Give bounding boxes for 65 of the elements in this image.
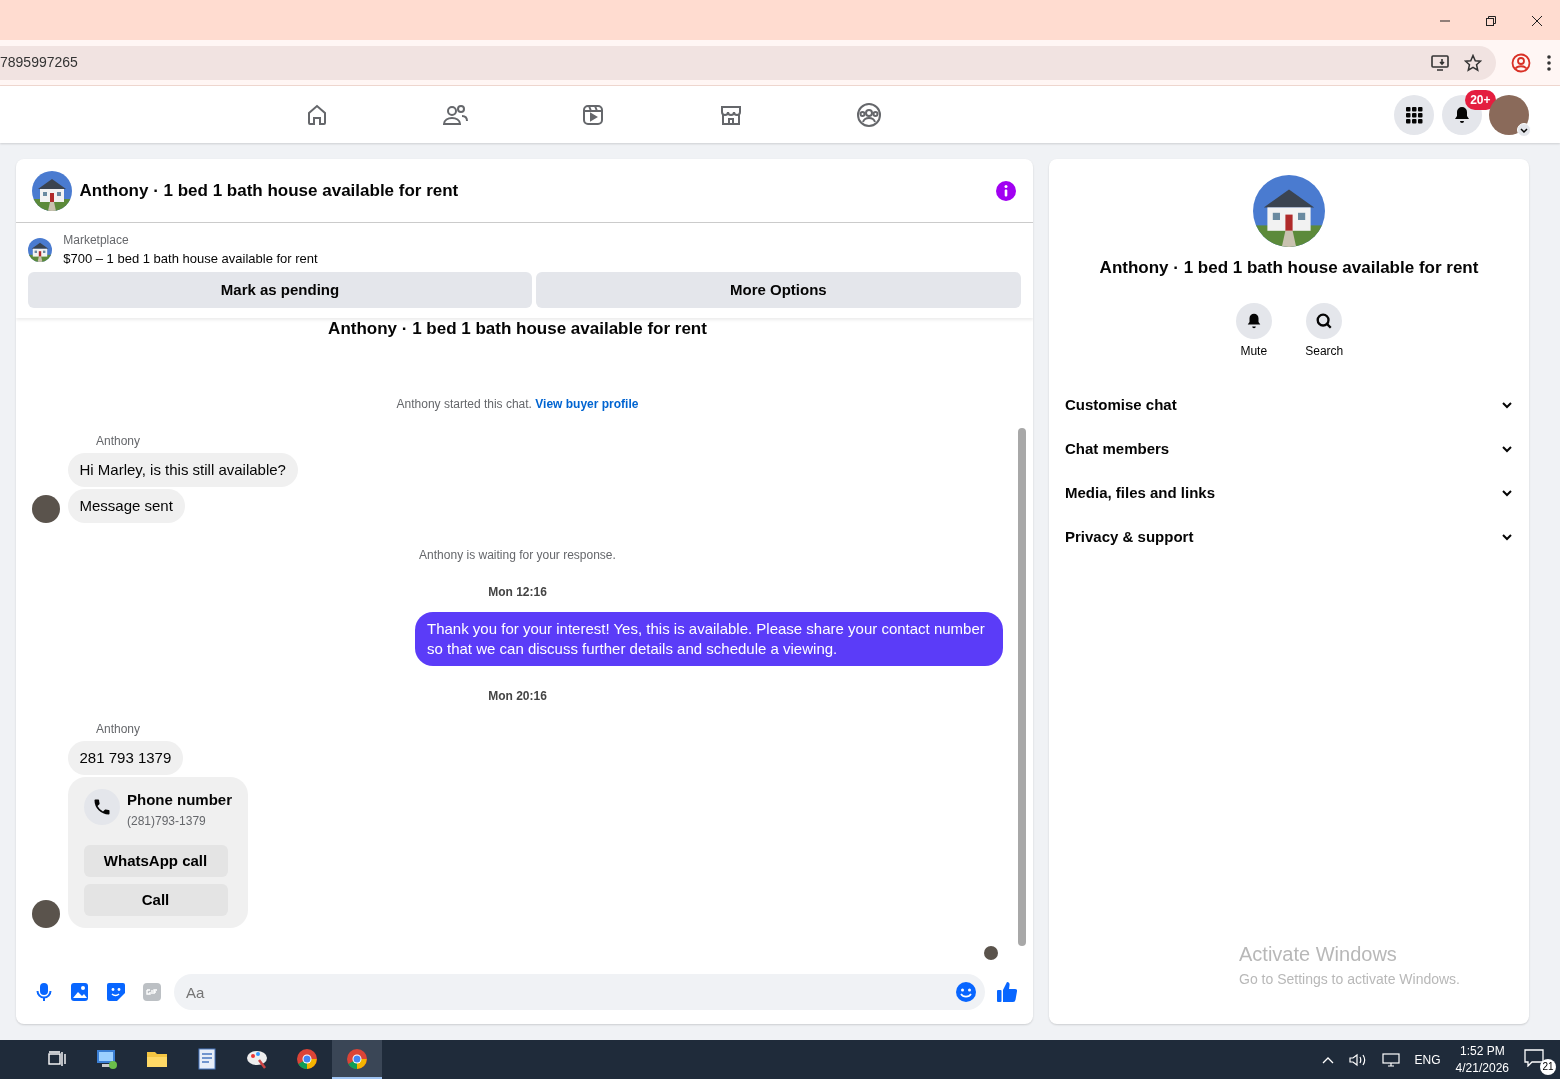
listing-summary: $700 – 1 bed 1 bath house available for rent bbox=[63, 250, 318, 268]
restore-icon bbox=[1486, 15, 1496, 26]
video-icon bbox=[581, 102, 605, 127]
buyer-profile-link[interactable]: View buyer profile bbox=[535, 397, 639, 412]
caret-icon[interactable] bbox=[1517, 122, 1531, 137]
mute-button[interactable] bbox=[1235, 302, 1272, 339]
system-message: Anthony started this chat. View buyer profile bbox=[396, 397, 639, 412]
watermark-title: Activate Windows bbox=[1239, 942, 1398, 967]
details-title: Anthony · 1 bed 1 bath house available for rent bbox=[1099, 256, 1479, 279]
contact-title: Phone number bbox=[127, 790, 232, 811]
chat-intro-title: Anthony · 1 bed 1 bath house available for rent bbox=[327, 318, 708, 341]
call-button[interactable]: Call bbox=[83, 884, 228, 917]
notification-badge: 20+ bbox=[1465, 89, 1496, 110]
close-icon bbox=[1532, 15, 1542, 26]
call-button[interactable]: WhatsApp call bbox=[83, 844, 228, 877]
section-toggle[interactable]: Chat members bbox=[1049, 426, 1529, 471]
install-icon[interactable] bbox=[1431, 53, 1449, 72]
language-indicator[interactable]: ENG bbox=[1414, 1050, 1441, 1069]
message-bubble: 281 793 1379 bbox=[67, 741, 184, 776]
system-message: Anthony is waiting for your response. bbox=[419, 548, 616, 563]
listing-source: Marketplace bbox=[63, 232, 130, 249]
message-field[interactable]: Aa bbox=[174, 974, 985, 1010]
speaker-icon[interactable] bbox=[1348, 1052, 1367, 1067]
chevron-icon[interactable] bbox=[1321, 1055, 1334, 1064]
address-bar[interactable]: 7895997265 bbox=[0, 45, 1496, 80]
search-button[interactable] bbox=[1306, 302, 1343, 339]
action-label: Search bbox=[1304, 343, 1345, 361]
contact-number: (281)793-1379 bbox=[127, 812, 207, 830]
sender-name: Anthony bbox=[96, 433, 141, 448]
sender-avatar bbox=[32, 495, 60, 524]
action-label: Mute bbox=[1239, 343, 1269, 361]
watermark-text: Go to Settings to activate Windows. bbox=[1239, 970, 1460, 989]
timestamp: Mon 12:16 bbox=[488, 584, 547, 599]
sender-name: Anthony bbox=[96, 721, 141, 736]
group-icon bbox=[856, 101, 882, 128]
message-bubble: Hi Marley, is this still available? bbox=[67, 453, 298, 488]
account-avatar[interactable] bbox=[1489, 94, 1529, 135]
message-bubble: Message sent bbox=[67, 489, 185, 524]
section-toggle[interactable]: Media, files and links bbox=[1049, 470, 1529, 515]
clock-date[interactable]: 4/21/2026 bbox=[1455, 1059, 1509, 1077]
home-icon bbox=[305, 102, 329, 127]
phone-icon bbox=[83, 789, 120, 826]
chat-title: Anthony · 1 bed 1 bath house available for rent bbox=[79, 179, 459, 202]
timestamp: Mon 20:16 bbox=[488, 689, 547, 704]
star-icon[interactable] bbox=[1464, 53, 1482, 72]
apps-button[interactable] bbox=[1394, 94, 1434, 135]
chrome-icon[interactable] bbox=[332, 1040, 382, 1079]
mark-pending-button[interactable]: Mark as pending bbox=[28, 272, 532, 309]
info-icon[interactable] bbox=[995, 179, 1017, 202]
notification-center-icon[interactable] bbox=[1524, 1049, 1544, 1068]
emoji-icon[interactable] bbox=[955, 981, 977, 1003]
section-toggle[interactable]: Customise chat bbox=[1049, 382, 1529, 427]
more-options-button[interactable]: More Options bbox=[535, 272, 1021, 309]
search-icon bbox=[1315, 311, 1334, 330]
profile-icon[interactable] bbox=[1511, 52, 1531, 73]
sender-avatar bbox=[32, 900, 60, 929]
grid-icon bbox=[1404, 104, 1424, 125]
people-icon bbox=[442, 102, 468, 127]
section-toggle[interactable]: Privacy & support bbox=[1049, 514, 1529, 559]
clock-time[interactable]: 1:52 PM bbox=[1455, 1042, 1509, 1060]
menu-icon[interactable] bbox=[1546, 53, 1552, 72]
seen-avatar bbox=[984, 946, 998, 960]
message-bubble: Thank you for your interest! Yes, this is available. Please share your contact number so that we can discuss further details and schedule a viewing. bbox=[415, 612, 1003, 667]
notification-count: 21 bbox=[1540, 1058, 1556, 1075]
network-icon[interactable] bbox=[1381, 1052, 1400, 1067]
